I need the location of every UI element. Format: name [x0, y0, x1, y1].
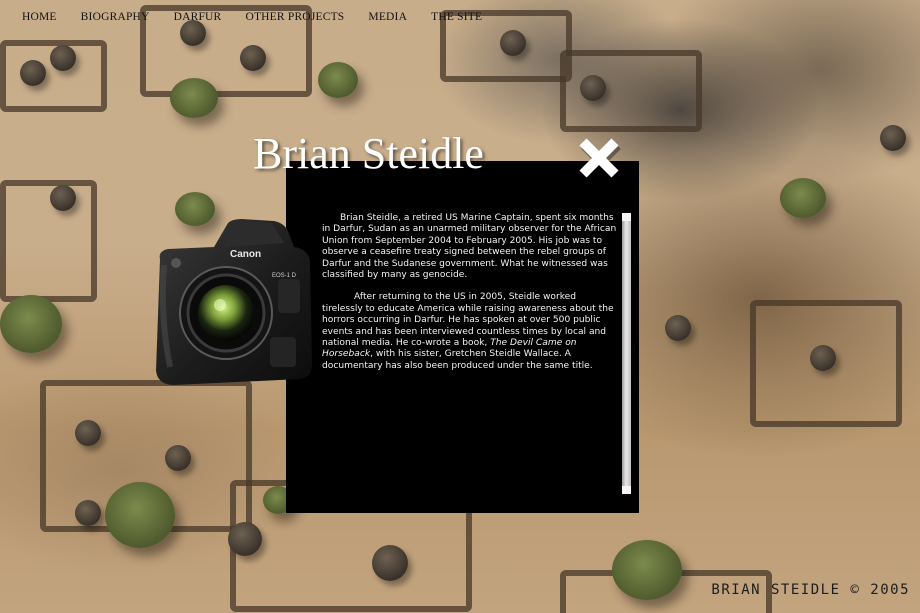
- close-button[interactable]: [578, 137, 622, 181]
- hut: [75, 500, 101, 526]
- scroll-down-button[interactable]: [622, 486, 631, 494]
- hut: [880, 125, 906, 151]
- hut: [810, 345, 836, 371]
- bio-panel: Brian Steidle, a retired US Marine Capta…: [286, 161, 639, 513]
- camera-icon: Canon EOS-1 D: [150, 217, 314, 389]
- hut: [580, 75, 606, 101]
- hut: [20, 60, 46, 86]
- camera-brand: Canon: [230, 249, 261, 260]
- hut: [50, 45, 76, 71]
- nav-other-projects[interactable]: OTHER PROJECTS: [245, 11, 344, 23]
- close-x-icon: [579, 138, 621, 181]
- hut: [665, 315, 691, 341]
- bio-text: Brian Steidle, a retired US Marine Capta…: [322, 213, 618, 503]
- hut: [500, 30, 526, 56]
- hut: [228, 522, 262, 556]
- nav-home[interactable]: HOME: [22, 11, 57, 23]
- scroll-thumb[interactable]: [622, 221, 631, 486]
- bio-paragraph-2: After returning to the US in 2005, Steid…: [322, 292, 618, 372]
- tree: [105, 482, 175, 548]
- hut: [50, 185, 76, 211]
- hut: [240, 45, 266, 71]
- hut: [372, 545, 408, 581]
- hut: [180, 20, 206, 46]
- tree: [0, 295, 62, 353]
- tree: [780, 178, 826, 218]
- tree: [170, 78, 218, 118]
- camera-model: EOS-1 D: [272, 273, 297, 279]
- nav-media[interactable]: MEDIA: [368, 11, 407, 23]
- bio-paragraph-1: Brian Steidle, a retired US Marine Capta…: [322, 213, 617, 281]
- footer-copyright: BRIAN STEIDLE © 2005: [711, 582, 910, 598]
- scroll-up-button[interactable]: [622, 213, 631, 221]
- main-nav: HOME BIOGRAPHY DARFUR OTHER PROJECTS MED…: [22, 11, 506, 23]
- nav-biography[interactable]: BIOGRAPHY: [81, 11, 150, 23]
- tree: [318, 62, 358, 98]
- tree: [612, 540, 682, 600]
- nav-darfur[interactable]: DARFUR: [174, 11, 222, 23]
- compound-wall: [0, 180, 97, 302]
- hut: [75, 420, 101, 446]
- nav-the-site[interactable]: THE SITE: [431, 11, 482, 23]
- bio-scrollbar[interactable]: [622, 213, 631, 494]
- page-title: Brian Steidle: [253, 129, 484, 178]
- hut: [165, 445, 191, 471]
